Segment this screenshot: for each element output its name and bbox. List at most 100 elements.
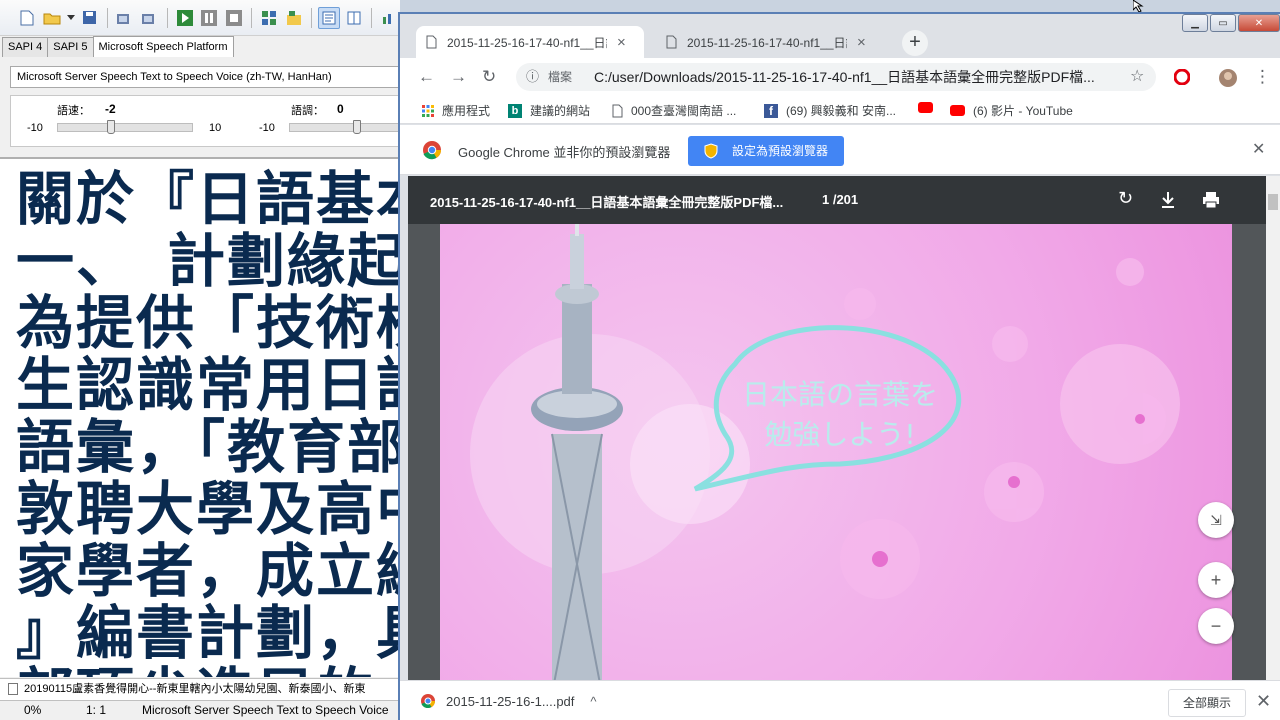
document-icon — [8, 683, 18, 696]
download-icon[interactable] — [1160, 191, 1176, 209]
mouse-cursor-icon — [1133, 0, 1144, 12]
speaker-export-2-icon[interactable] — [139, 7, 161, 29]
set-default-button[interactable]: 設定為預設瀏覽器 — [688, 136, 844, 166]
rate-min: -10 — [27, 122, 43, 134]
close-download-shelf-icon[interactable]: ✕ — [1256, 691, 1271, 712]
bookmark-youtube-2[interactable]: (6) 影片 - YouTube — [950, 102, 1073, 119]
scrollbar-thumb[interactable] — [1268, 194, 1278, 210]
info-icon[interactable]: ⓘ — [526, 63, 539, 91]
default-browser-infobar: Google Chrome 並非你的預設瀏覽器 設定為預設瀏覽器 ✕ — [400, 125, 1280, 175]
menu-dots-icon[interactable]: ⋮ — [1254, 67, 1271, 87]
pitch-value: 0 — [337, 102, 344, 116]
maximize-icon[interactable]: ▭ — [1210, 14, 1236, 32]
text-view-icon[interactable] — [318, 6, 341, 29]
avatar[interactable] — [1218, 68, 1238, 88]
bookmark-apps[interactable]: 應用程式 — [422, 102, 490, 119]
chevron-up-icon[interactable]: ^ — [590, 694, 596, 709]
save-icon[interactable] — [79, 7, 101, 29]
bookmark-minnan[interactable]: 000查臺灣閩南語 ... — [612, 102, 736, 119]
scheme-label: 檔案 — [548, 70, 573, 84]
browser-tab-active[interactable]: 2015-11-25-16-17-40-nf1__日語基本 × — [416, 26, 644, 58]
toolbar-separator — [311, 7, 313, 28]
rotate-icon[interactable]: ↻ — [1118, 188, 1133, 209]
close-window-icon[interactable]: ✕ — [1238, 14, 1280, 32]
bookmark-youtube-1[interactable] — [918, 102, 933, 113]
download-item[interactable]: 2015-11-25-16-1....pdf ^ — [420, 693, 597, 709]
rate-value: -2 — [105, 102, 116, 116]
folder-tree-icon[interactable] — [283, 7, 305, 29]
forward-icon[interactable]: → — [450, 67, 467, 87]
infobar-close-icon[interactable]: ✕ — [1252, 139, 1265, 159]
document-icon — [426, 35, 437, 49]
grid-icon[interactable] — [258, 7, 280, 29]
chrome-logo-icon — [423, 141, 441, 160]
pitch-slider-thumb[interactable] — [353, 120, 361, 134]
fit-page-icon[interactable]: ⇲ — [1198, 502, 1234, 538]
status-voice: Microsoft Server Speech Text to Speech V… — [142, 703, 389, 717]
bookmark-facebook[interactable]: f (69) 興毅義和 安南... — [764, 102, 896, 119]
close-tab-icon[interactable]: × — [617, 34, 626, 51]
bookmark-label: (69) 興毅義和 安南... — [786, 104, 897, 118]
pitch-min: -10 — [259, 122, 275, 134]
bookmarks-bar: 應用程式 b 建議的網站 000查臺灣閩南語 ... f (69) 興毅義和 安… — [400, 96, 1280, 124]
tab-sapi5[interactable]: SAPI 5 — [47, 37, 94, 57]
zoom-in-icon[interactable]: + — [1198, 562, 1234, 598]
speech-app-window: SAPI 4 SAPI 5 Microsoft Speech Platform … — [0, 0, 425, 720]
dropdown-arrow-icon[interactable] — [66, 7, 76, 29]
browser-tab[interactable]: 2015-11-25-16-17-40-nf1__日語基本 × — [656, 26, 884, 58]
voice-select[interactable]: Microsoft Server Speech Text to Speech V… — [10, 66, 400, 88]
download-shelf: 2015-11-25-16-1....pdf ^ 全部顯示 ✕ — [400, 680, 1280, 720]
play-icon[interactable] — [174, 7, 196, 29]
text-line: 家學者，成立編 — [16, 537, 400, 605]
new-tab-button[interactable]: + — [902, 30, 928, 56]
tab-sapi4[interactable]: SAPI 4 — [2, 37, 49, 57]
pause-icon[interactable] — [199, 7, 221, 29]
opera-icon[interactable] — [1174, 69, 1190, 85]
bookmark-suggested[interactable]: b 建議的網站 — [508, 102, 590, 119]
text-line: 生認識常用日語 — [16, 351, 400, 419]
status-position: 1: 1 — [86, 703, 107, 717]
rate-slider-thumb[interactable] — [107, 120, 116, 134]
speaker-export-icon[interactable] — [114, 7, 136, 29]
url-text: C:/user/Downloads/2015-11-25-16-17-40-nf… — [594, 69, 1095, 85]
pdf-viewer[interactable]: 日本語の言葉を 勉強しよう! ⇲ + − — [408, 224, 1266, 680]
split-view-icon[interactable] — [343, 7, 365, 29]
close-tab-icon[interactable]: × — [857, 34, 866, 51]
back-icon[interactable]: ← — [418, 67, 435, 87]
bookmark-label: 應用程式 — [442, 104, 491, 118]
new-file-icon[interactable] — [16, 7, 38, 29]
minimize-icon[interactable]: ▁ — [1182, 14, 1208, 32]
toolbar — [0, 0, 400, 36]
rate-slider-track[interactable] — [57, 123, 193, 132]
window-controls: ▁ ▭ ✕ — [1182, 14, 1280, 34]
cover-illustration: 日本語の言葉を 勉強しよう! — [470, 224, 1180, 680]
chrome-window: ▁ ▭ ✕ 2015-11-25-16-17-40-nf1__日語基本 × 20… — [398, 12, 1280, 720]
document-icon — [612, 104, 623, 117]
bing-icon: b — [508, 103, 522, 118]
open-folder-icon[interactable] — [41, 7, 63, 29]
pdf-toolbar: 2015-11-25-16-17-40-nf1__日語基本語彙全冊完整版PDF檔… — [408, 176, 1266, 224]
zoom-out-icon[interactable]: − — [1198, 608, 1234, 644]
speech-text-area[interactable]: 關於『日語基本 一、 計劃緣起 為提供「技術校 生認識常用日語 語彙，「教育部 … — [0, 157, 400, 677]
text-line: 部頂尖造局的 — [16, 665, 376, 677]
star-icon[interactable]: ☆ — [1130, 63, 1144, 91]
chart-icon[interactable] — [378, 7, 400, 29]
address-bar[interactable]: ⓘ 檔案 C:/user/Downloads/2015-11-25-16-17-… — [516, 63, 1156, 91]
stop-icon[interactable] — [223, 7, 245, 29]
file-list-item[interactable]: 20190115盧素香覺得開心--新東里轄內小太陽幼兒園、新泰國小、新東 — [0, 678, 400, 700]
pdf-page: 日本語の言葉を 勉強しよう! — [440, 224, 1232, 680]
tab-speech-platform[interactable]: Microsoft Speech Platform — [92, 36, 234, 57]
pdf-scrollbar[interactable] — [1266, 176, 1280, 680]
apps-grid-icon — [422, 104, 434, 117]
file-name: 20190115盧素香覺得開心--新東里轄內小太陽幼兒園、新泰國小、新東 — [24, 683, 366, 695]
text-line: 』編書計劃，具 — [16, 599, 400, 667]
pdf-page-indicator[interactable]: 1 /201 — [822, 192, 858, 207]
status-bar: 0% 1: 1 Microsoft Server Speech Text to … — [0, 700, 400, 720]
bookmark-label: (6) 影片 - YouTube — [973, 104, 1073, 118]
show-all-downloads-button[interactable]: 全部顯示 — [1168, 689, 1246, 717]
rate-max: 10 — [209, 122, 222, 134]
reload-icon[interactable]: ↻ — [482, 67, 496, 87]
text-line: 敦聘大學及高中 — [16, 475, 400, 543]
set-default-label: 設定為預設瀏覽器 — [732, 144, 829, 158]
print-icon[interactable] — [1202, 191, 1220, 209]
